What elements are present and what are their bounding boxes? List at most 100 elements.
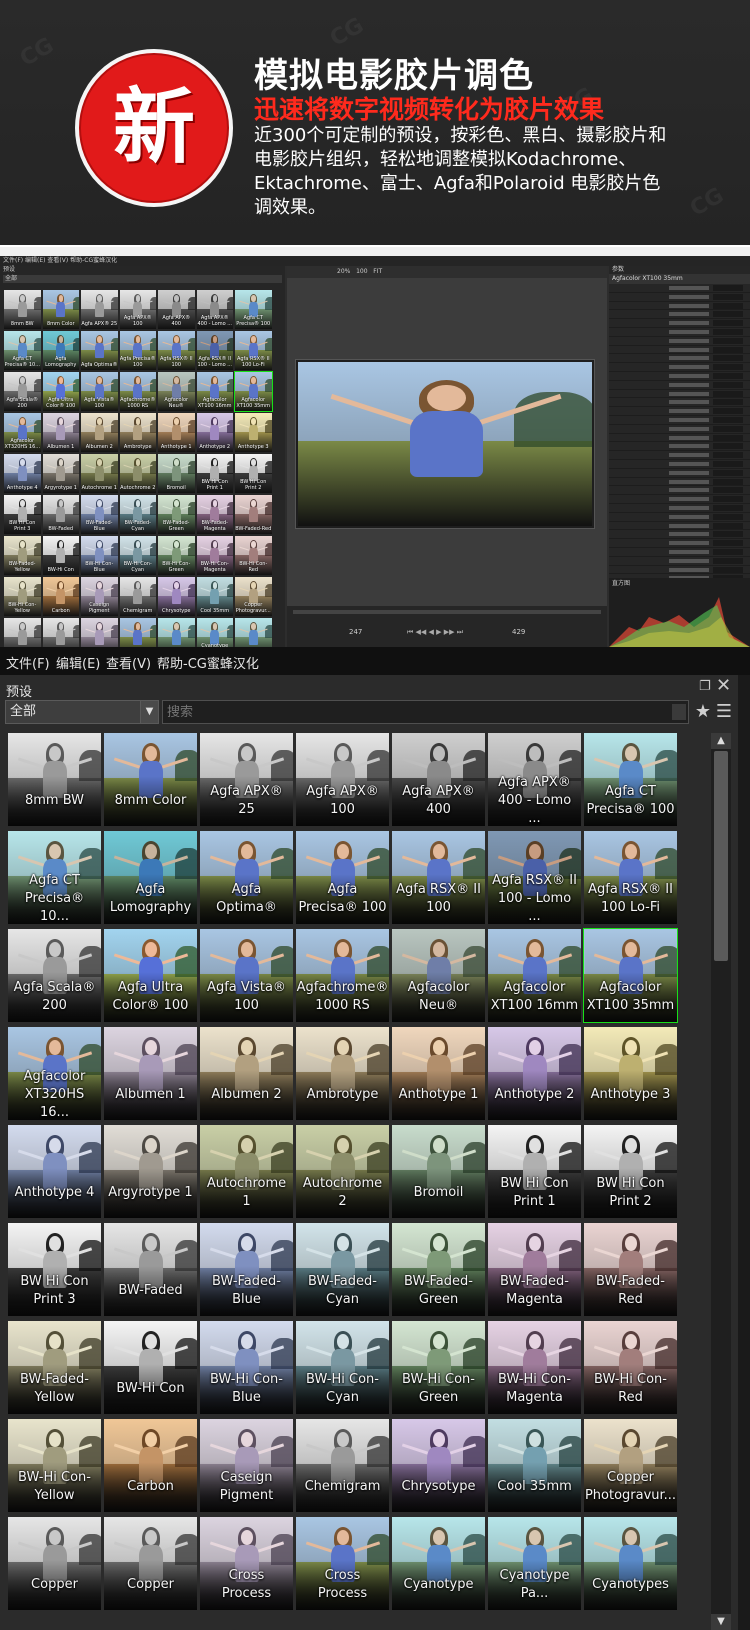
preset-thumbnail[interactable]: Anthotype 2: [488, 1027, 581, 1120]
preset-thumbnail[interactable]: BW-Hi Con-Magenta: [488, 1321, 581, 1414]
preset-thumbnail[interactable]: Agfa APX® 100: [296, 733, 389, 826]
preset-label: Agfa APX® 25: [200, 776, 293, 826]
mini-preset-thumbnail: 8mm Color: [42, 290, 79, 329]
preset-thumbnail[interactable]: Anthotype 1: [392, 1027, 485, 1120]
mini-preset-label: Agfacolor XT100 35mm: [236, 397, 271, 409]
preset-thumbnail[interactable]: Agfachrome® 1000 RS: [296, 929, 389, 1022]
preset-thumbnail[interactable]: Carbon: [104, 1419, 197, 1512]
parameter-value-box: [713, 425, 743, 432]
preset-thumbnail[interactable]: Agfa RSX® II 100 - Lomo ...: [488, 831, 581, 924]
preset-thumbnail[interactable]: Ambrotype: [296, 1027, 389, 1120]
preset-thumbnail[interactable]: Cyanotypes: [584, 1517, 677, 1610]
menu-view[interactable]: 查看(V): [106, 653, 151, 672]
preset-thumbnail[interactable]: Agfa RSX® II 100 Lo-Fi: [584, 831, 677, 924]
search-clear-button[interactable]: [672, 704, 686, 720]
parameter-row: [609, 407, 750, 416]
mini-preset-thumbnail: Cyanotype Pa...: [196, 618, 233, 647]
parameter-slider: [669, 426, 709, 431]
scrollbar-thumb[interactable]: [714, 751, 728, 961]
preset-thumbnail[interactable]: Copper: [8, 1517, 101, 1610]
menu-file[interactable]: 文件(F): [6, 653, 50, 672]
preset-thumbnail[interactable]: Agfa Optima®: [200, 831, 293, 924]
preset-thumbnail[interactable]: Albumen 1: [104, 1027, 197, 1120]
preset-thumbnail[interactable]: BW-Hi Con-Red: [584, 1321, 677, 1414]
menu-edit[interactable]: 编辑(E): [56, 653, 100, 672]
preset-thumbnail[interactable]: Agfa Lomography: [104, 831, 197, 924]
preset-thumbnail[interactable]: Copper Photogravur...: [584, 1419, 677, 1512]
preset-thumbnail[interactable]: Caseign Pigment: [200, 1419, 293, 1512]
preset-thumbnail[interactable]: BW-Hi Con-Blue: [200, 1321, 293, 1414]
preset-thumbnail[interactable]: 8mm BW: [8, 733, 101, 826]
preset-thumbnail[interactable]: Anthotype 3: [584, 1027, 677, 1120]
preset-thumbnail[interactable]: Agfacolor XT320HS 16...: [8, 1027, 101, 1120]
parameter-slider: [669, 479, 709, 484]
mini-preset-label: BW-Faded-Blue: [85, 520, 113, 532]
preset-thumbnail[interactable]: Agfacolor Neu®: [392, 929, 485, 1022]
preset-thumbnail[interactable]: BW-Faded-Green: [392, 1223, 485, 1316]
scroll-down-icon[interactable]: ▼: [711, 1614, 731, 1630]
mini-preset-label: Caseign Pigment: [88, 602, 110, 614]
preset-thumbnail[interactable]: Agfa APX® 25: [200, 733, 293, 826]
preset-thumbnail[interactable]: Agfa RSX® II 100: [392, 831, 485, 924]
preset-thumbnail[interactable]: BW-Faded-Red: [584, 1223, 677, 1316]
preset-thumbnail[interactable]: Agfa APX® 400: [392, 733, 485, 826]
preset-thumbnail[interactable]: Agfa Vista® 100: [200, 929, 293, 1022]
preset-thumbnail[interactable]: Copper: [104, 1517, 197, 1610]
preset-thumbnail[interactable]: Agfa Scala® 200: [8, 929, 101, 1022]
category-filter-select[interactable]: 全部 ▼: [5, 700, 159, 724]
preset-thumbnail[interactable]: Cross Process: [200, 1517, 293, 1610]
menu-icon[interactable]: ☰: [713, 700, 735, 724]
star-icon[interactable]: ★: [693, 700, 713, 724]
preset-thumbnail[interactable]: BW Hi Con Print 3: [8, 1223, 101, 1316]
parameter-value-box: [713, 390, 743, 397]
mini-preset-thumbnail: Agfacolor XT320HS 16...: [4, 413, 41, 452]
preset-thumbnail[interactable]: Agfa Ultra Color® 100: [104, 929, 197, 1022]
preset-thumbnail[interactable]: BW-Faded-Magenta: [488, 1223, 581, 1316]
preset-thumbnail[interactable]: Agfa Precisa® 100: [296, 831, 389, 924]
preset-thumbnail[interactable]: Chrysotype: [392, 1419, 485, 1512]
preset-label: 8mm Color: [104, 776, 197, 826]
preset-thumbnail[interactable]: Autochrome 2: [296, 1125, 389, 1218]
preset-thumbnail[interactable]: Bromoil: [392, 1125, 485, 1218]
vertical-scrollbar[interactable]: ▲ ▼: [711, 733, 731, 1630]
preset-thumbnail[interactable]: Chemigram: [296, 1419, 389, 1512]
preset-thumbnail[interactable]: Cross Process: [296, 1517, 389, 1610]
parameter-slider: [669, 356, 709, 361]
preset-thumbnail[interactable]: Cool 35mm: [488, 1419, 581, 1512]
preset-thumbnail[interactable]: Cyanotype Pa...: [488, 1517, 581, 1610]
chevron-down-icon[interactable]: ▼: [140, 701, 158, 723]
parameter-value-box: [713, 504, 743, 511]
preset-thumbnail[interactable]: Agfa CT Precisa® 10...: [8, 831, 101, 924]
preset-thumbnail[interactable]: Agfacolor XT100 35mm: [583, 928, 678, 1023]
parameter-slider: [669, 514, 709, 519]
preset-thumbnail[interactable]: Autochrome 1: [200, 1125, 293, 1218]
preset-thumbnail[interactable]: BW-Hi Con-Green: [392, 1321, 485, 1414]
preset-thumbnail[interactable]: BW-Faded-Cyan: [296, 1223, 389, 1316]
preset-thumbnail[interactable]: Cyanotype: [392, 1517, 485, 1610]
search-input[interactable]: [162, 700, 689, 724]
preset-thumbnail[interactable]: Argyrotype 1: [104, 1125, 197, 1218]
close-icon[interactable]: ✕: [716, 677, 734, 695]
preset-thumbnail[interactable]: Agfa CT Precisa® 100: [584, 733, 677, 826]
preset-thumbnail[interactable]: Albumen 2: [200, 1027, 293, 1120]
preset-thumbnail[interactable]: BW-Faded: [104, 1223, 197, 1316]
preset-thumbnail[interactable]: BW-Faded-Blue: [200, 1223, 293, 1316]
parameter-slider: [669, 303, 709, 308]
mini-preset-thumbnail: Albumen 1: [42, 413, 79, 452]
preset-thumbnail[interactable]: BW Hi Con Print 2: [584, 1125, 677, 1218]
scroll-up-icon[interactable]: ▲: [711, 733, 731, 749]
preset-thumbnail[interactable]: BW-Hi Con-Yellow: [8, 1419, 101, 1512]
preset-thumbnail[interactable]: Agfa APX® 400 - Lomo ...: [488, 733, 581, 826]
preset-thumbnail[interactable]: Anthotype 4: [8, 1125, 101, 1218]
preset-thumbnail[interactable]: Agfacolor XT100 16mm: [488, 929, 581, 1022]
parameter-row: [609, 390, 750, 399]
preset-thumbnail[interactable]: BW-Hi Con: [104, 1321, 197, 1414]
mini-preset-label: BW-Faded-Yellow: [8, 561, 36, 573]
preset-thumbnail[interactable]: BW-Faded-Yellow: [8, 1321, 101, 1414]
menu-help[interactable]: 帮助-CG蜜蜂汉化: [157, 653, 259, 672]
preset-thumbnail[interactable]: BW-Hi Con-Cyan: [296, 1321, 389, 1414]
preset-label: BW-Hi Con-Magenta: [488, 1364, 581, 1414]
restore-icon[interactable]: ❐: [699, 680, 713, 694]
preset-thumbnail[interactable]: BW Hi Con Print 1: [488, 1125, 581, 1218]
preset-thumbnail[interactable]: 8mm Color: [104, 733, 197, 826]
